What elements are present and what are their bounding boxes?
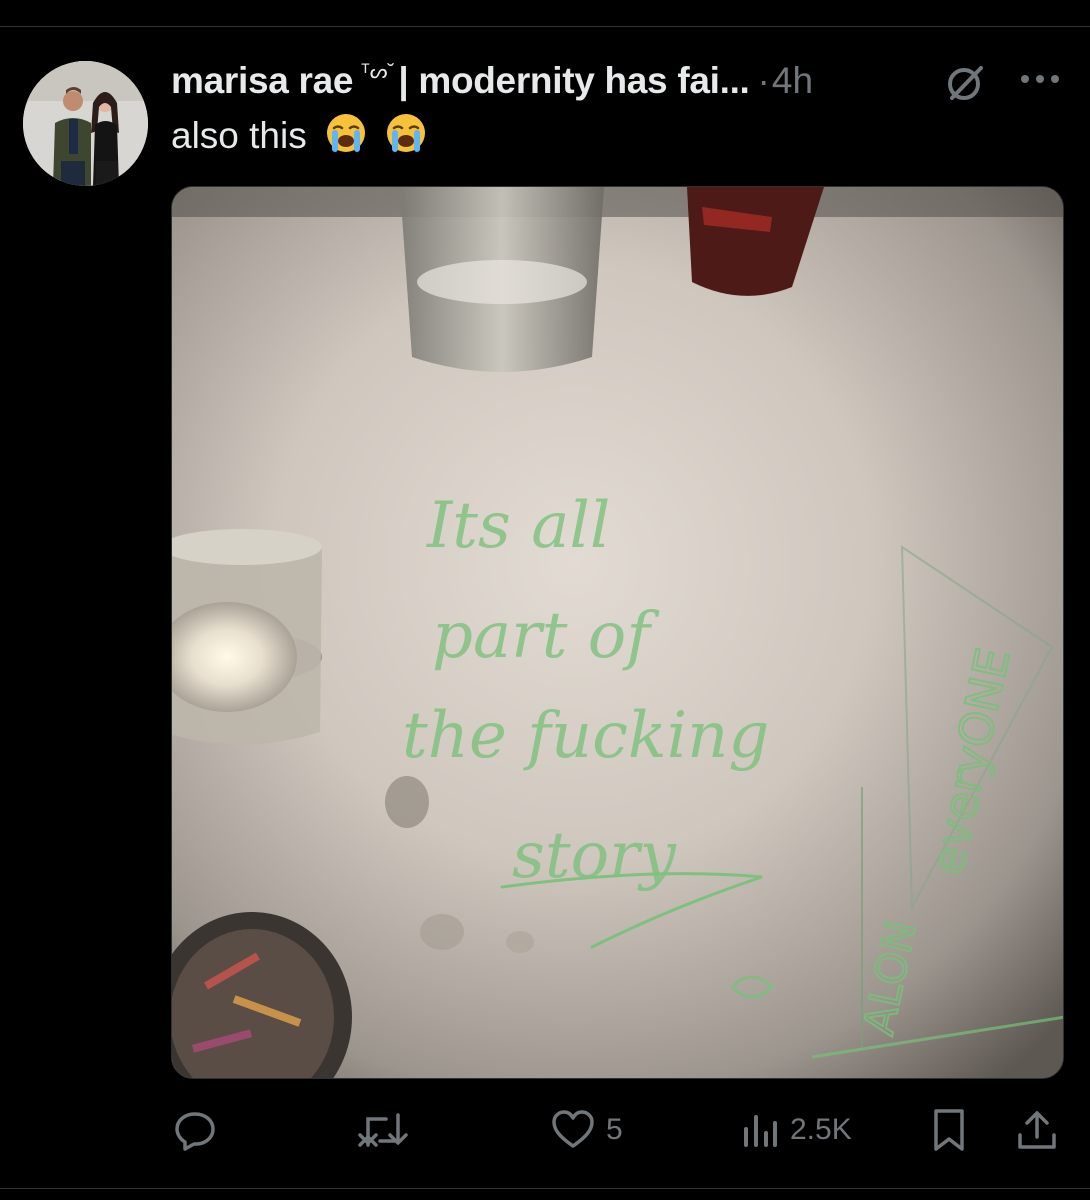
tweet-photo[interactable]: Its all part of the fucking story everyO…: [171, 186, 1064, 1079]
bottom-divider: [0, 1188, 1090, 1189]
loudly-crying-face-icon: [385, 112, 427, 154]
share-button[interactable]: [1014, 1100, 1060, 1160]
retweet-icon: [358, 1113, 408, 1147]
bookmark-button[interactable]: [928, 1100, 970, 1160]
share-icon: [1018, 1111, 1056, 1149]
avatar[interactable]: [23, 61, 148, 186]
hidden-reply-icon[interactable]: [943, 60, 987, 104]
more-options-icon[interactable]: [1018, 64, 1062, 94]
handwriting-line-3: the fucking: [402, 699, 769, 773]
timestamp[interactable]: 4h: [772, 60, 813, 102]
handwriting-line-1: Its all: [426, 489, 610, 563]
reply-button[interactable]: [172, 1100, 218, 1160]
display-name[interactable]: marisa rae: [171, 60, 353, 102]
like-count: 5: [606, 1113, 623, 1146]
loudly-crying-face-icon: [325, 112, 367, 154]
handwriting-line-2: part of: [432, 599, 660, 673]
retweet-button[interactable]: [356, 1100, 410, 1160]
display-name-suffix[interactable]: | modernity has fai...: [398, 60, 750, 102]
views-button[interactable]: 2.5K: [740, 1100, 852, 1160]
tweet-text-content: also this: [171, 115, 307, 156]
bookmark-icon: [934, 1109, 964, 1151]
tweet-actions: 5 2.5K: [0, 1100, 1090, 1160]
tweet-header: marisa rae ᵀᔕ˘ | modernity has fai... · …: [171, 56, 813, 106]
like-button[interactable]: 5: [550, 1100, 623, 1160]
separator-dot: ·: [757, 60, 770, 101]
tweet[interactable]: marisa rae ᵀᔕ˘ | modernity has fai... · …: [0, 0, 1090, 1160]
name-glyph: ᵀᔕ˘: [361, 60, 395, 83]
views-count: 2.5K: [790, 1113, 852, 1146]
reply-icon: [175, 1112, 215, 1151]
views-icon: [744, 1115, 777, 1147]
tweet-text: also this: [171, 112, 427, 157]
heart-icon: [552, 1110, 594, 1148]
